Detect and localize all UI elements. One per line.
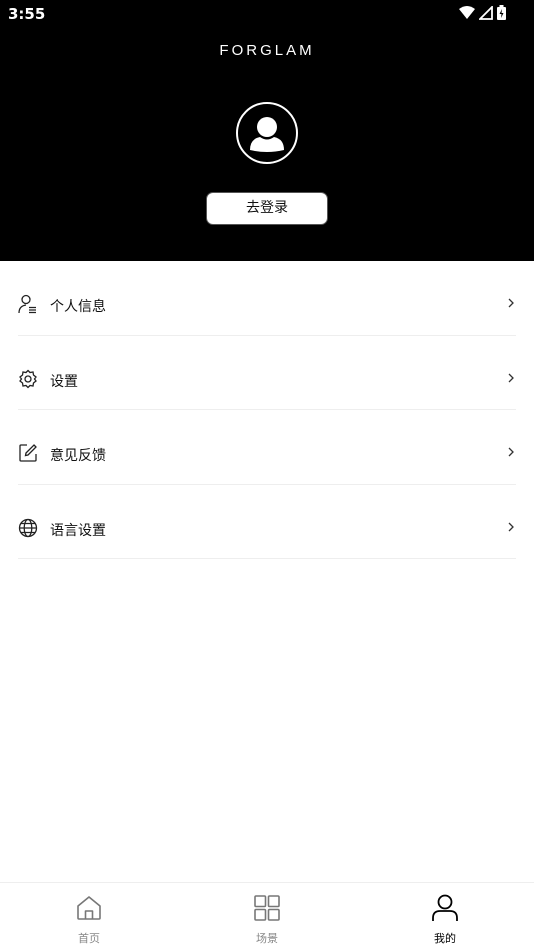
nav-tab-label: 场景 <box>256 932 278 945</box>
wifi-icon <box>459 5 475 20</box>
bottom-nav: 首页 场景 我的 <box>0 882 534 950</box>
menu-item-label: 个人信息 <box>50 299 106 315</box>
chevron-right-icon <box>506 370 516 384</box>
user-list-icon <box>18 294 38 314</box>
nav-tab-mine[interactable]: 我的 <box>356 883 534 950</box>
settings-menu: 个人信息 设置 意见反馈 语言设置 <box>0 261 534 559</box>
globe-icon <box>18 518 38 538</box>
menu-item-settings[interactable]: 设置 <box>18 336 516 410</box>
chevron-right-icon <box>506 295 516 309</box>
nav-tab-home[interactable]: 首页 <box>0 883 178 950</box>
gear-icon <box>18 369 38 389</box>
brand-title: FORGLAM <box>219 42 315 59</box>
status-bar: 3:55 <box>0 0 534 28</box>
avatar-person-icon <box>250 117 284 152</box>
grid-icon <box>252 893 282 923</box>
menu-item-language[interactable]: 语言设置 <box>18 485 516 559</box>
chevron-right-icon <box>506 444 516 458</box>
status-icons <box>459 5 506 20</box>
signal-icon <box>479 5 493 20</box>
menu-item-feedback[interactable]: 意见反馈 <box>18 410 516 485</box>
user-icon <box>430 893 460 923</box>
menu-item-profile[interactable]: 个人信息 <box>18 261 516 336</box>
menu-item-label: 意见反馈 <box>50 448 106 464</box>
battery-icon <box>497 5 506 20</box>
menu-item-label: 设置 <box>50 373 78 390</box>
chevron-right-icon <box>506 519 516 533</box>
menu-item-label: 语言设置 <box>50 522 106 539</box>
status-time: 3:55 <box>8 5 46 23</box>
avatar[interactable] <box>236 102 298 164</box>
edit-icon <box>18 443 38 463</box>
profile-header: 3:55 FORGLAM 去登录 <box>0 0 534 261</box>
nav-tab-label: 我的 <box>434 932 456 945</box>
home-icon <box>74 893 104 923</box>
login-button[interactable]: 去登录 <box>206 192 328 225</box>
nav-tab-label: 首页 <box>78 932 100 945</box>
nav-tab-scenes[interactable]: 场景 <box>178 883 356 950</box>
